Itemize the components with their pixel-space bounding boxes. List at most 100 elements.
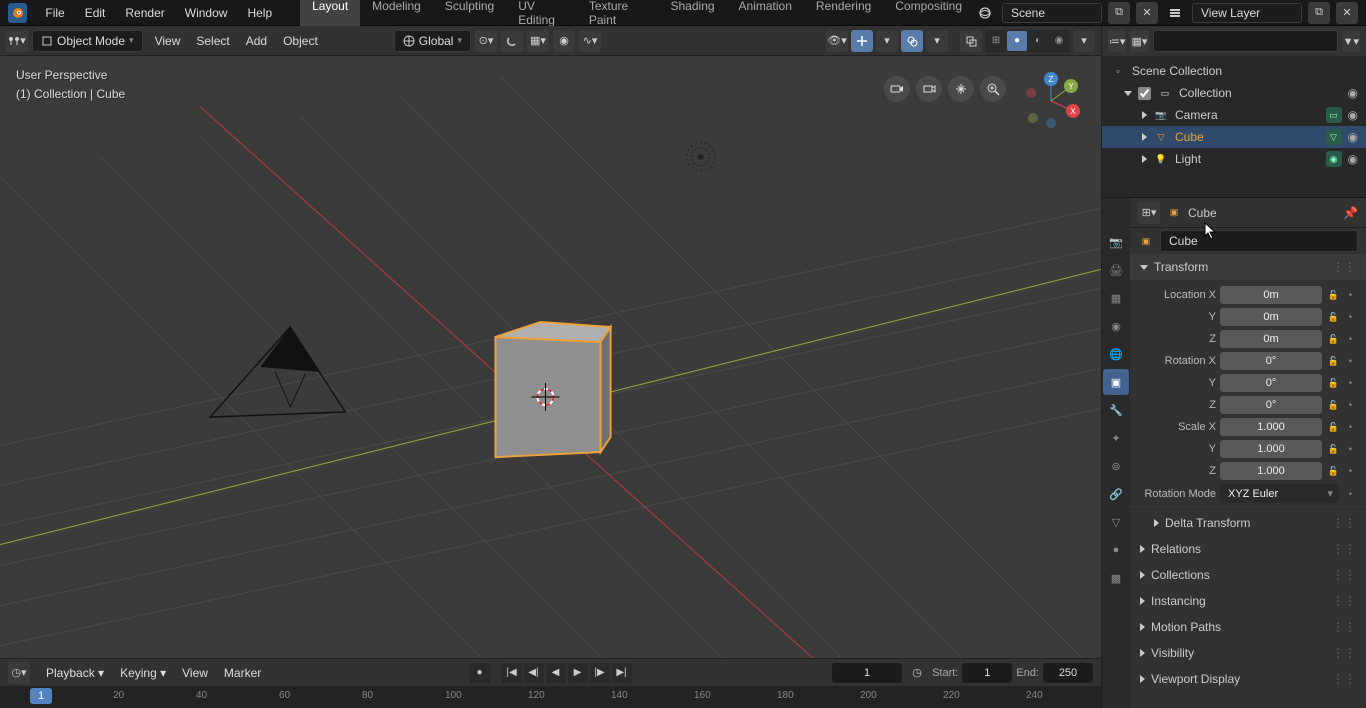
tab-data-icon[interactable]: ▽ — [1103, 509, 1129, 535]
3d-viewport[interactable]: User Perspective (1) Collection | Cube X… — [0, 56, 1101, 658]
panel-menu-icon[interactable]: ⋮⋮ — [1332, 542, 1356, 556]
tab-scene-icon[interactable]: ◉ — [1103, 313, 1129, 339]
expand-icon[interactable] — [1124, 91, 1132, 96]
animate-icon[interactable]: • — [1343, 352, 1358, 370]
timeline-menu-keying[interactable]: Keying ▾ — [112, 662, 174, 684]
animate-icon[interactable]: • — [1343, 396, 1358, 414]
jump-start-icon[interactable]: |◀ — [502, 663, 522, 683]
tab-render-icon[interactable]: 📷 — [1103, 229, 1129, 255]
pin-icon[interactable]: 📌 — [1343, 206, 1358, 220]
expand-icon[interactable] — [1142, 111, 1147, 119]
location-y-input[interactable]: 0m — [1220, 308, 1322, 326]
pivot-icon[interactable]: ⊙▾ — [475, 30, 497, 52]
collection-row[interactable]: ▭ Collection ◉ — [1102, 82, 1366, 104]
prev-key-icon[interactable]: ◀| — [524, 663, 544, 683]
tab-object-icon[interactable]: ▣ — [1103, 369, 1129, 395]
menu-edit[interactable]: Edit — [75, 2, 116, 24]
outliner-search-input[interactable] — [1153, 30, 1338, 52]
rotation-y-input[interactable]: 0° — [1220, 374, 1322, 392]
timeline-menu-marker[interactable]: Marker — [216, 662, 269, 684]
viewport-menu-select[interactable]: Select — [188, 30, 237, 52]
panel-menu-icon[interactable]: ⋮⋮ — [1332, 620, 1356, 634]
tab-output-icon[interactable]: 🖨 — [1103, 257, 1129, 283]
outliner-item-cube[interactable]: ▽ Cube ▽ ◉ — [1102, 126, 1366, 148]
panel-relations[interactable]: Relations⋮⋮ — [1130, 536, 1366, 562]
zoom-icon[interactable] — [980, 76, 1006, 102]
overlays-toggle-icon[interactable] — [901, 30, 923, 52]
delete-scene-icon[interactable]: ✕ — [1136, 2, 1158, 24]
shading-options-icon[interactable]: ▾ — [1073, 30, 1095, 52]
animate-icon[interactable]: • — [1343, 308, 1358, 326]
autokey-icon[interactable]: ● — [470, 663, 490, 683]
panel-menu-icon[interactable]: ⋮⋮ — [1332, 646, 1356, 660]
scene-name-input[interactable] — [1002, 3, 1102, 23]
properties-editor-icon[interactable]: ⊞▾ — [1138, 202, 1160, 224]
menu-render[interactable]: Render — [115, 2, 174, 24]
current-frame-input[interactable] — [832, 663, 902, 683]
outliner-item-light[interactable]: 💡 Light ◉ ◉ — [1102, 148, 1366, 170]
data-icon[interactable]: ◉ — [1326, 151, 1342, 167]
tab-constraint-icon[interactable]: 🔗 — [1103, 481, 1129, 507]
rotation-x-input[interactable]: 0° — [1220, 352, 1322, 370]
animate-icon[interactable]: • — [1343, 330, 1358, 348]
object-name-input[interactable] — [1160, 230, 1358, 252]
lock-icon[interactable]: 🔓 — [1326, 352, 1341, 370]
snap-type-icon[interactable]: ▦▾ — [527, 30, 549, 52]
new-viewlayer-icon[interactable]: ⧉ — [1308, 2, 1330, 24]
new-scene-icon[interactable]: ⧉ — [1108, 2, 1130, 24]
visibility-icon[interactable]: ◉ — [1348, 86, 1358, 100]
scale-x-input[interactable]: 1.000 — [1220, 418, 1322, 436]
outliner-item-camera[interactable]: 📷 Camera ▭ ◉ — [1102, 104, 1366, 126]
viewlayer-name-input[interactable] — [1192, 3, 1302, 23]
panel-menu-icon[interactable]: ⋮⋮ — [1332, 516, 1356, 530]
delete-viewlayer-icon[interactable]: ✕ — [1336, 2, 1358, 24]
tab-modifier-icon[interactable]: 🔧 — [1103, 397, 1129, 423]
shading-solid-icon[interactable]: ● — [1007, 31, 1027, 51]
orientation-select[interactable]: Global ▾ — [394, 30, 471, 52]
panel-menu-icon[interactable]: ⋮⋮ — [1332, 568, 1356, 582]
gizmo-options-icon[interactable]: ▾ — [876, 30, 898, 52]
animate-icon[interactable]: • — [1343, 418, 1358, 436]
lock-icon[interactable]: 🔓 — [1326, 440, 1341, 458]
lock-icon[interactable]: 🔓 — [1326, 396, 1341, 414]
transform-header[interactable]: Transform ⋮⋮ — [1130, 254, 1366, 280]
view-camera-icon[interactable] — [916, 76, 942, 102]
shading-wireframe-icon[interactable]: ⊞ — [986, 31, 1006, 51]
tab-material-icon[interactable]: ● — [1103, 537, 1129, 563]
clock-icon[interactable]: ◷ — [906, 662, 928, 684]
menu-window[interactable]: Window — [175, 2, 238, 24]
collection-checkbox[interactable] — [1138, 87, 1151, 100]
tab-viewlayer-icon[interactable]: ▦ — [1103, 285, 1129, 311]
jump-end-icon[interactable]: ▶| — [612, 663, 632, 683]
outliner-filter-icon[interactable]: ▼▾ — [1342, 30, 1360, 52]
panel-viewport-display[interactable]: Viewport Display⋮⋮ — [1130, 666, 1366, 692]
proportional-edit-icon[interactable]: ◉ — [553, 30, 575, 52]
viewport-menu-view[interactable]: View — [147, 30, 189, 52]
menu-help[interactable]: Help — [237, 2, 282, 24]
snap-toggle-icon[interactable] — [501, 30, 523, 52]
shading-rendered-icon[interactable]: ◉ — [1049, 31, 1069, 51]
gizmo-toggle-icon[interactable] — [851, 30, 873, 52]
panel-motion-paths[interactable]: Motion Paths⋮⋮ — [1130, 614, 1366, 640]
animate-icon[interactable]: • — [1343, 440, 1358, 458]
visibility-icon[interactable]: ◉ — [1348, 130, 1358, 144]
visibility-icon[interactable]: ◉ — [1348, 108, 1358, 122]
scale-z-input[interactable]: 1.000 — [1220, 462, 1322, 480]
expand-icon[interactable] — [1142, 133, 1147, 141]
play-icon[interactable]: ▶ — [568, 663, 588, 683]
shading-matprev-icon[interactable]: ◐ — [1028, 31, 1048, 51]
cube-object[interactable] — [495, 322, 610, 457]
panel-collections[interactable]: Collections⋮⋮ — [1130, 562, 1366, 588]
viewport-menu-add[interactable]: Add — [238, 30, 275, 52]
rotation-z-input[interactable]: 0° — [1220, 396, 1322, 414]
panel-visibility[interactable]: Visibility⋮⋮ — [1130, 640, 1366, 666]
data-icon[interactable]: ▭ — [1326, 107, 1342, 123]
scale-y-input[interactable]: 1.000 — [1220, 440, 1322, 458]
proportional-type-icon[interactable]: ∿▾ — [579, 30, 601, 52]
tab-physics-icon[interactable]: ⊚ — [1103, 453, 1129, 479]
animate-icon[interactable]: • — [1343, 485, 1358, 503]
tab-particle-icon[interactable]: ✦ — [1103, 425, 1129, 451]
timeline-editor-icon[interactable]: ◷▾ — [8, 662, 30, 684]
start-frame-input[interactable] — [962, 663, 1012, 683]
pan-icon[interactable] — [948, 76, 974, 102]
